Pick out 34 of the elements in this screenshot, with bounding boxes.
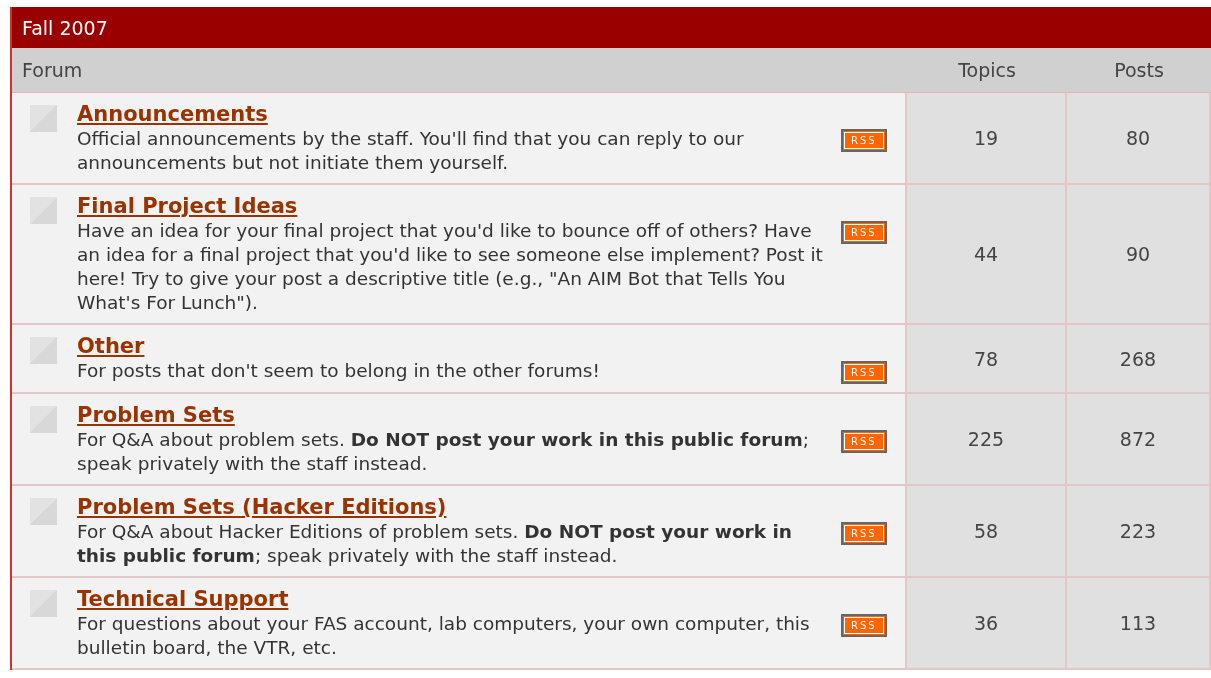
posts-cell: 113 <box>1067 578 1211 670</box>
forum-description: For Q&A about Hacker Editions of problem sets. Do NOT post your work in this public forum; speak privately with the staff instead. <box>77 520 793 568</box>
forum-link[interactable]: Problem Sets (Hacker Editions) <box>77 494 447 520</box>
forum-status-icon <box>30 498 57 525</box>
forum-description: For posts that don't seem to belong in the other forums! <box>77 359 601 383</box>
forum-status-icon <box>30 406 57 433</box>
posts-cell: 268 <box>1067 325 1211 394</box>
topics-cell: 225 <box>907 394 1067 486</box>
forum-link[interactable]: Technical Support <box>77 586 289 612</box>
column-header: Topics <box>907 48 1067 93</box>
forum-description: Have an idea for your final project that you'd like to bounce off of others? Have an idea for a final project that you'd like to see someone else implement? Post it here! Try to give your post a descriptive title (e.g., "An AIM Bot that Tells You What's For Lunch"). <box>77 219 824 315</box>
topics-cell: 78 <box>907 325 1067 394</box>
forum-status-icon <box>30 105 57 132</box>
column-header: Forum <box>12 48 907 93</box>
column-header: Posts <box>1067 48 1211 93</box>
forum-link[interactable]: Other <box>77 333 145 359</box>
category-title: Fall 2007 <box>12 7 1211 48</box>
forum-description: For Q&A about problem sets. Do NOT post your work in this public forum; speak privately with the staff instead. <box>77 428 810 476</box>
forum-link[interactable]: Announcements <box>77 101 268 127</box>
forum-link[interactable]: Final Project Ideas <box>77 193 298 219</box>
posts-cell: 80 <box>1067 93 1211 185</box>
topics-cell: 44 <box>907 185 1067 325</box>
forum-status-icon <box>30 590 57 617</box>
topics-cell: 58 <box>907 486 1067 578</box>
forum-status-icon <box>30 197 57 224</box>
topics-cell: 36 <box>907 578 1067 670</box>
forum-link[interactable]: Problem Sets <box>77 402 235 428</box>
topics-cell: 19 <box>907 93 1067 185</box>
forum-description: Official announcements by the staff. You'll find that you can reply to our announcements but not initiate them yourself. <box>77 127 745 175</box>
posts-cell: 90 <box>1067 185 1211 325</box>
posts-cell: 223 <box>1067 486 1211 578</box>
posts-cell: 872 <box>1067 394 1211 486</box>
forum-status-icon <box>30 337 57 364</box>
forum-description: For questions about your FAS account, lab computers, your own computer, this bulletin board, the VTR, etc. <box>77 612 811 660</box>
